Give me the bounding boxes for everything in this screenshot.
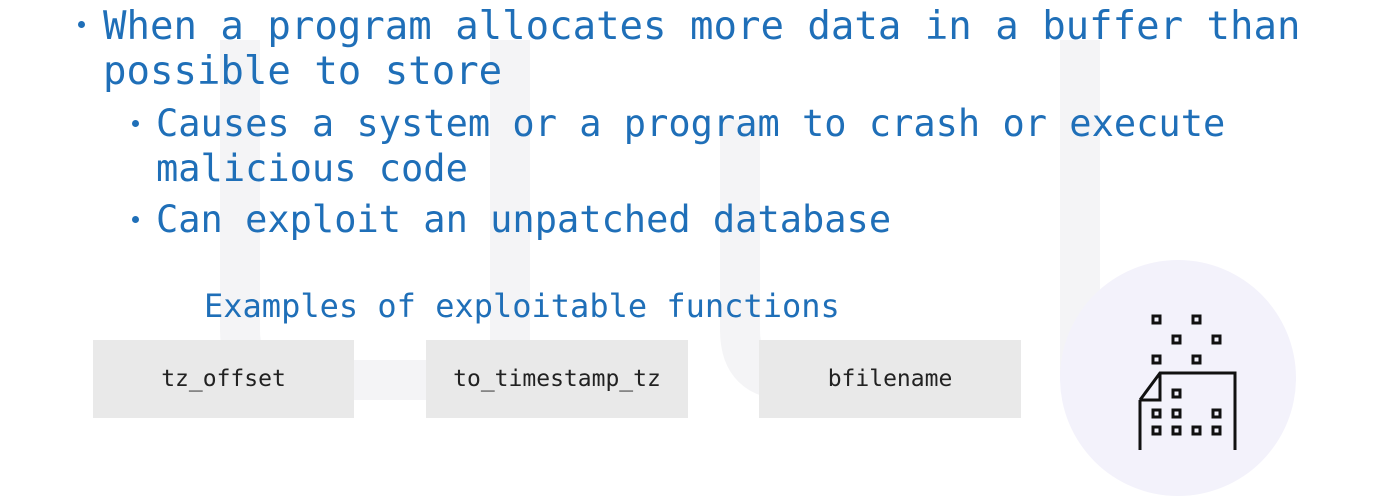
function-box-bfilename: bfilename [759, 340, 1021, 418]
bullet-dot [132, 120, 139, 127]
examples-heading: Examples of exploitable functions [204, 287, 840, 325]
bullet-dot [78, 21, 85, 28]
function-box-tz-offset: tz_offset [93, 340, 354, 418]
file-overflow-icon [1060, 260, 1296, 496]
bullet-main: When a program allocates more data in a … [103, 4, 1301, 94]
bullet-dot [132, 216, 139, 223]
bullet-sub-crash: Causes a system or a program to crash or… [156, 102, 1226, 190]
icon-background-circle [1060, 260, 1296, 496]
bullet-list: When a program allocates more data in a … [0, 0, 1376, 260]
bullet-sub-exploit: Can exploit an unpatched database [156, 198, 892, 241]
function-box-to-timestamp-tz: to_timestamp_tz [426, 340, 688, 418]
